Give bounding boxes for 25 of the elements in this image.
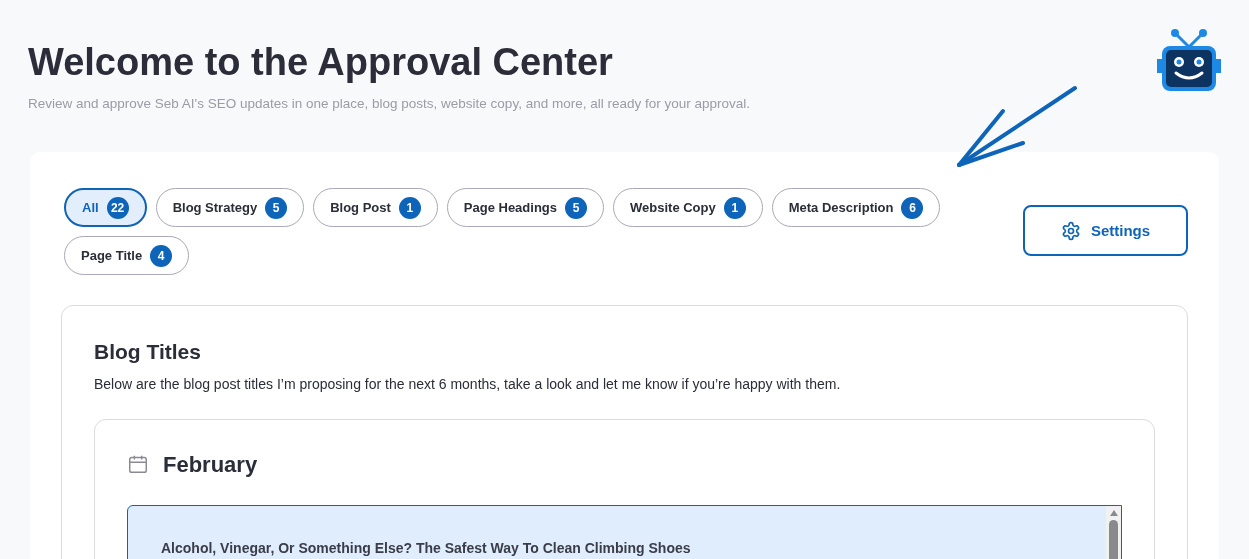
calendar-icon <box>127 453 149 476</box>
page-subtitle: Review and approve Seb AI's SEO updates in one place, blog posts, website copy, and more, all ready for your approval. <box>28 95 750 113</box>
count-badge: 5 <box>565 196 587 219</box>
filter-tab[interactable]: Page Headings 5 <box>446 188 604 228</box>
settings-button[interactable]: Settings <box>1023 205 1188 257</box>
filter-tab[interactable]: Website Copy 1 <box>613 188 763 228</box>
section-title: Blog Titles <box>94 339 201 366</box>
count-badge: 4 <box>150 244 173 267</box>
filter-tab[interactable]: Meta Description 6 <box>771 188 941 228</box>
count-badge: 22 <box>106 196 129 219</box>
filter-tab[interactable]: Blog Strategy 5 <box>155 188 305 228</box>
section-description: Below are the blog post titles I’m proposing for the next 6 months, take a look and let me know if you’re happy with them. <box>94 374 841 394</box>
filter-tab[interactable]: Page Title 4 <box>64 236 190 276</box>
blog-title-text: Alcohol, Vinegar, Or Something Else? The Safest Way To Clean Climbing Shoes <box>161 539 691 556</box>
filter-tab[interactable]: All 22 <box>64 188 147 228</box>
blog-title-item[interactable]: Alcohol, Vinegar, Or Something Else? The Safest Way To Clean Climbing Shoes <box>127 504 1122 559</box>
robot-icon <box>1157 29 1221 93</box>
month-title: February <box>163 450 258 479</box>
filter-tab[interactable]: Blog Post 1 <box>313 188 438 228</box>
count-badge: 5 <box>265 196 288 219</box>
count-badge: 1 <box>723 196 746 219</box>
page-title: Welcome to the Approval Center <box>28 40 613 85</box>
count-badge: 1 <box>398 196 421 219</box>
count-badge: 6 <box>901 196 924 219</box>
settings-icon <box>1060 220 1081 241</box>
